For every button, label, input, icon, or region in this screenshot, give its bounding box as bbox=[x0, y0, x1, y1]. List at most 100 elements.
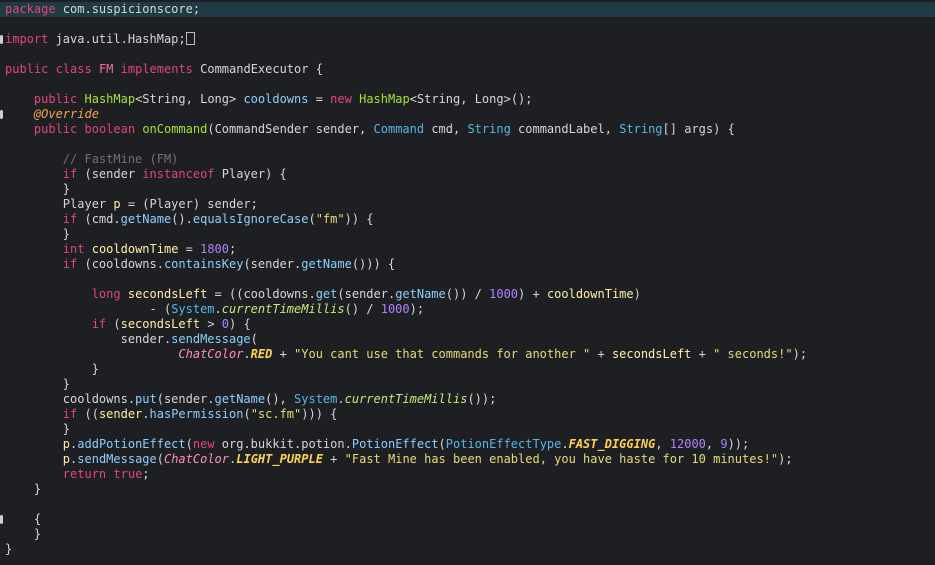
code-token: public bbox=[33, 122, 78, 136]
code-token: } bbox=[33, 482, 42, 496]
code-token: ); bbox=[792, 347, 808, 361]
code-token: instanceof bbox=[142, 167, 215, 181]
code-token: public bbox=[33, 92, 78, 106]
code-token: ( bbox=[250, 332, 258, 346]
code-line[interactable]: package com.suspicionscore; bbox=[5, 2, 200, 17]
code-token: put bbox=[135, 392, 157, 406]
code-line[interactable]: if (secondsLeft > 0) { bbox=[5, 317, 251, 332]
code-token: (cooldowns. bbox=[77, 257, 164, 271]
code-token: String bbox=[467, 122, 511, 136]
code-token: secondsLeft bbox=[127, 287, 208, 301]
code-token: } bbox=[62, 422, 71, 436]
code-line[interactable]: if (sender instanceof Player) { bbox=[5, 167, 287, 182]
code-token: + bbox=[322, 452, 345, 466]
code-token: (sender. bbox=[337, 287, 396, 301]
code-line[interactable]: p.sendMessage(ChatColor.LIGHT_PURPLE + "… bbox=[5, 452, 793, 467]
code-line[interactable]: } bbox=[5, 527, 41, 542]
code-token: // FastMine (FM) bbox=[62, 152, 179, 166]
code-token: if bbox=[62, 167, 78, 181]
code-token: new bbox=[330, 92, 352, 106]
code-token: ); bbox=[778, 452, 793, 466]
code-token: (CommandSender sender, bbox=[207, 122, 374, 136]
code-line[interactable]: - (System.currentTimeMillis() / 1000); bbox=[5, 302, 425, 317]
code-line[interactable]: // FastMine (FM) bbox=[5, 152, 179, 167]
code-line[interactable]: public boolean onCommand(CommandSender s… bbox=[5, 122, 735, 137]
code-token: String bbox=[619, 122, 663, 136]
code-token: PotionEffect bbox=[351, 437, 439, 451]
code-line[interactable]: if (cmd.getName().equalsIgnoreCase("fm")… bbox=[5, 212, 374, 227]
code-line[interactable]: if ((sender.hasPermission("sc.fm"))) { bbox=[5, 407, 338, 422]
code-token: new bbox=[192, 437, 215, 451]
code-token: java.util.HashMap; bbox=[48, 32, 186, 46]
code-line[interactable]: long secondsLeft = ((cooldowns.get(sende… bbox=[5, 287, 641, 302]
code-token: PotionEffectType bbox=[445, 437, 562, 451]
code-token: " seconds!" bbox=[713, 347, 793, 361]
code-token: sender. bbox=[120, 332, 172, 346]
code-token: int bbox=[62, 242, 85, 256]
code-token: <String, Long> bbox=[135, 92, 244, 106]
code-token: class bbox=[55, 62, 92, 76]
code-token: CommandExecutor { bbox=[192, 62, 323, 76]
code-token: RED bbox=[250, 347, 273, 361]
code-line[interactable]: public HashMap<String, Long> cooldowns =… bbox=[5, 92, 533, 107]
code-line[interactable]: sender.sendMessage( bbox=[5, 332, 258, 347]
code-line[interactable]: Player p = (Player) sender; bbox=[5, 197, 258, 212]
gutter-marker[interactable] bbox=[0, 35, 3, 44]
code-token: ))) { bbox=[301, 407, 338, 421]
code-token: + bbox=[691, 347, 714, 361]
code-line[interactable]: p.addPotionEffect(new org.bukkit.potion.… bbox=[5, 437, 749, 452]
code-token: = (Player) sender; bbox=[120, 197, 258, 211]
code-line[interactable]: } bbox=[5, 362, 99, 377]
code-line[interactable]: { bbox=[5, 512, 41, 527]
code-line[interactable]: int cooldownTime = 1800; bbox=[5, 242, 236, 257]
code-token: if bbox=[62, 257, 78, 271]
code-line[interactable]: @Override bbox=[5, 107, 99, 122]
code-line[interactable]: import java.util.HashMap; bbox=[5, 32, 195, 47]
code-line[interactable]: } bbox=[5, 377, 70, 392]
code-token: } bbox=[62, 182, 71, 196]
code-line[interactable]: } bbox=[5, 422, 70, 437]
code-token: package bbox=[5, 2, 56, 16]
code-token: Command bbox=[373, 122, 425, 136]
code-line[interactable]: } bbox=[5, 542, 12, 557]
code-token: true bbox=[113, 467, 143, 481]
code-line[interactable]: } bbox=[5, 182, 70, 197]
code-token: cooldowns. bbox=[62, 392, 136, 406]
gutter-marker[interactable] bbox=[0, 515, 3, 524]
code-token: LIGHT_PURPLE bbox=[236, 452, 323, 466]
code-token: HashMap bbox=[359, 92, 410, 106]
code-line[interactable]: } bbox=[5, 227, 70, 242]
code-token: "sc.fm" bbox=[250, 407, 302, 421]
code-line[interactable]: ChatColor.RED + "You cant use that comma… bbox=[5, 347, 807, 362]
code-token: 0 bbox=[221, 317, 230, 331]
code-token: } bbox=[62, 377, 71, 391]
code-line[interactable]: cooldowns.put(sender.getName(), System.c… bbox=[5, 392, 497, 407]
code-token: ( bbox=[156, 452, 164, 466]
code-token: equalsIgnoreCase bbox=[192, 212, 309, 226]
code-line[interactable]: public class FM implements CommandExecut… bbox=[5, 62, 323, 77]
code-token: (). bbox=[171, 212, 193, 226]
code-token: ()) / bbox=[445, 287, 490, 301]
code-token: cmd, bbox=[424, 122, 468, 136]
code-token: ( bbox=[308, 212, 316, 226]
code-token: - ( bbox=[149, 302, 172, 316]
code-line[interactable]: if (cooldowns.containsKey(sender.getName… bbox=[5, 257, 395, 272]
code-line[interactable]: return true; bbox=[5, 467, 150, 482]
code-editor[interactable]: package com.suspicionscore; import java.u… bbox=[0, 0, 935, 565]
code-token: return bbox=[62, 467, 107, 481]
code-line[interactable]: } bbox=[5, 482, 41, 497]
gutter-marker[interactable] bbox=[0, 110, 3, 119]
code-token: . bbox=[561, 437, 569, 451]
